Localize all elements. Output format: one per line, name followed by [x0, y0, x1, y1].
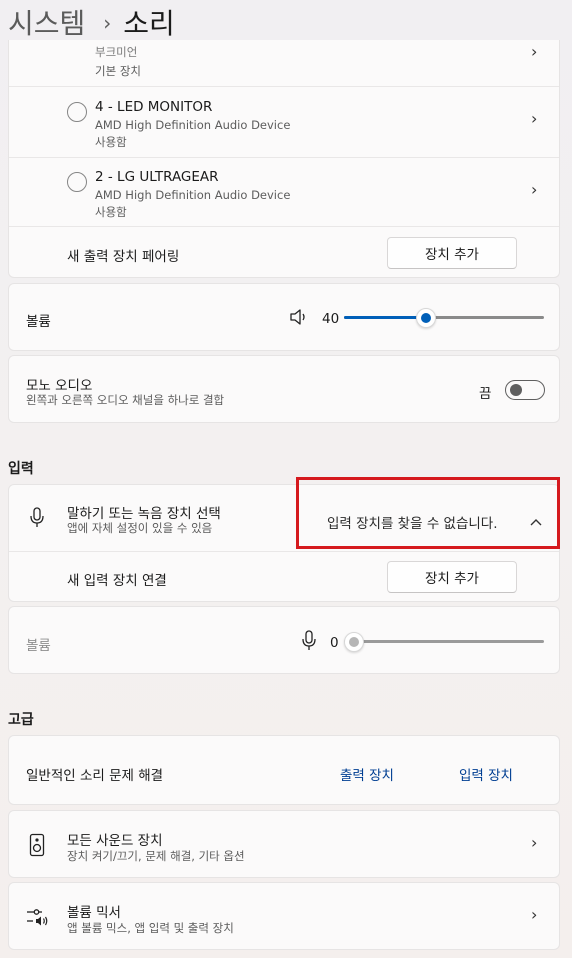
- input-devices-link[interactable]: 입력 장치: [459, 764, 513, 784]
- input-select-description: 앱에 자체 설정이 있을 수 있음: [67, 521, 213, 535]
- pair-output-label: 새 출력 장치 페어링: [67, 249, 180, 265]
- add-input-device-button[interactable]: 장치 추가: [387, 561, 517, 593]
- connect-input-row: 새 입력 장치 연결 장치 추가: [9, 552, 559, 602]
- output-volume-slider[interactable]: [344, 308, 544, 328]
- output-volume-value: 40: [322, 311, 340, 327]
- speaker-device-icon: [29, 833, 45, 861]
- slider-fill: [344, 316, 426, 319]
- all-sound-devices-card[interactable]: 모든 사운드 장치 장치 켜기/끄기, 문제 해결, 기타 옵션 ›: [8, 810, 560, 878]
- mono-audio-card: 모노 오디오 왼쪽과 오른쪽 오디오 채널을 하나로 결합 끔: [8, 355, 560, 423]
- breadcrumb-parent[interactable]: 시스템: [8, 2, 85, 42]
- device-description: AMD High Definition Audio Device: [95, 118, 291, 132]
- volume-mixer-label: 볼륨 믹서: [67, 905, 121, 921]
- device-radio[interactable]: [67, 172, 87, 192]
- all-devices-label: 모든 사운드 장치: [67, 833, 163, 849]
- device-status: 사용함: [95, 135, 127, 149]
- input-volume-slider[interactable]: [344, 632, 544, 652]
- speaker-icon[interactable]: [289, 308, 309, 330]
- input-volume-label: 볼륨: [26, 638, 51, 654]
- chevron-right-icon: ›: [531, 905, 538, 924]
- input-volume-value: 0: [330, 635, 339, 651]
- input-volume-card: 볼륨 0: [8, 606, 560, 674]
- mono-audio-label: 모노 오디오: [26, 378, 93, 394]
- highlight-box: [296, 477, 560, 549]
- output-volume-label: 볼륨: [26, 314, 51, 330]
- mono-audio-description: 왼쪽과 오른쪽 오디오 채널을 하나로 결합: [26, 393, 225, 407]
- volume-mixer-card[interactable]: 볼륨 믹서 앱 볼륨 믹스, 앱 입력 및 출력 장치 ›: [8, 882, 560, 950]
- input-select-label: 말하기 또는 녹음 장치 선택: [67, 506, 221, 522]
- device-name: 2 - LG ULTRAGEAR: [95, 169, 219, 185]
- page-title: 소리: [123, 7, 175, 40]
- connect-input-label: 새 입력 장치 연결: [67, 573, 167, 589]
- microphone-icon: [29, 507, 45, 533]
- output-devices-link[interactable]: 출력 장치: [340, 764, 394, 784]
- output-devices-card: 부크미언 기본 장치 › 4 - LED MONITOR AMD High De…: [8, 40, 560, 278]
- breadcrumb: 시스템 › 소리: [8, 2, 175, 42]
- troubleshoot-card: 일반적인 소리 문제 해결 출력 장치 입력 장치: [8, 735, 560, 805]
- volume-mixer-description: 앱 볼륨 믹스, 앱 입력 및 출력 장치: [67, 921, 234, 935]
- mono-audio-toggle[interactable]: [505, 380, 545, 400]
- device-radio[interactable]: [67, 102, 87, 122]
- device-description: 기본 장치: [95, 64, 141, 78]
- chevron-right-icon: ›: [531, 833, 538, 852]
- troubleshoot-label: 일반적인 소리 문제 해결: [26, 768, 164, 784]
- output-device-item[interactable]: 4 - LED MONITOR AMD High Definition Audi…: [9, 87, 559, 157]
- advanced-section-title: 고급: [8, 712, 34, 728]
- microphone-icon[interactable]: [301, 630, 317, 656]
- breadcrumb-separator: ›: [103, 11, 112, 35]
- output-volume-card: 볼륨 40: [8, 283, 560, 351]
- mono-audio-state: 끔: [479, 386, 492, 402]
- slider-thumb[interactable]: [416, 308, 436, 328]
- output-device-item[interactable]: 2 - LG ULTRAGEAR AMD High Definition Aud…: [9, 158, 559, 226]
- slider-thumb[interactable]: [344, 632, 364, 652]
- device-status: 사용함: [95, 205, 127, 219]
- device-name: 부크미언: [95, 45, 138, 59]
- output-device-item[interactable]: 부크미언 기본 장치 ›: [9, 40, 559, 86]
- volume-mixer-icon: [26, 907, 50, 931]
- add-output-device-button[interactable]: 장치 추가: [387, 237, 517, 269]
- device-description: AMD High Definition Audio Device: [95, 188, 291, 202]
- input-section-title: 입력: [8, 461, 34, 477]
- all-devices-description: 장치 켜기/끄기, 문제 해결, 기타 옵션: [67, 849, 245, 863]
- pair-output-row: 새 출력 장치 페어링 장치 추가: [9, 227, 559, 277]
- chevron-right-icon: ›: [531, 109, 538, 128]
- slider-track: [344, 640, 544, 643]
- chevron-right-icon: ›: [531, 180, 538, 199]
- chevron-right-icon: ›: [531, 42, 538, 61]
- device-name: 4 - LED MONITOR: [95, 99, 213, 115]
